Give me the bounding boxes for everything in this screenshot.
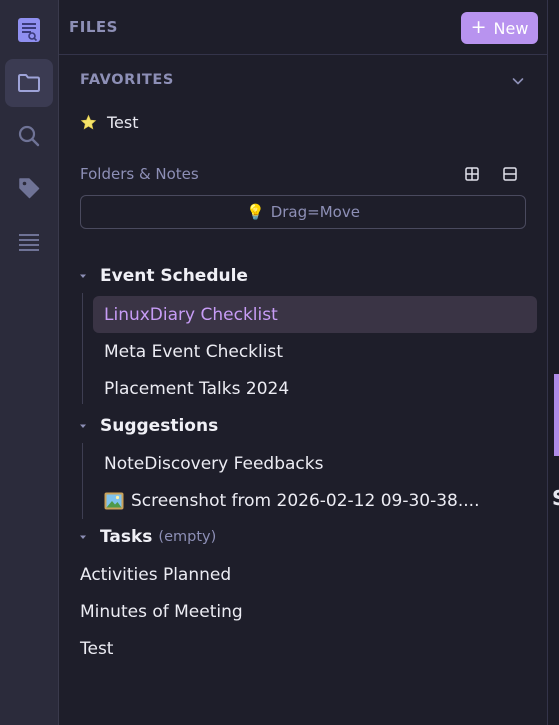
folders-notes-label: Folders & Notes <box>80 165 199 183</box>
lightbulb-icon: 💡 <box>246 203 265 221</box>
favorite-item-test[interactable]: Test <box>80 110 139 134</box>
drag-hint: 💡 Drag=Move <box>80 195 526 229</box>
note-label: Screenshot from 2026-02-12 09-30-38.... <box>131 490 480 511</box>
panel-title: FILES <box>69 18 118 36</box>
tag-icon <box>19 178 40 199</box>
note-placement-talks-2024[interactable]: Placement Talks 2024 <box>93 370 537 407</box>
app-window: FILES + New FAVORITES Test Folders & Not… <box>0 0 559 725</box>
favorite-item-label: Test <box>107 112 139 132</box>
editor-accent-bar <box>554 374 559 456</box>
note-minutes-of-meeting[interactable]: Minutes of Meeting <box>80 599 243 625</box>
tree-guide <box>82 443 83 519</box>
note-meta-event-checklist[interactable]: Meta Event Checklist <box>93 333 537 370</box>
note-activities-planned[interactable]: Activities Planned <box>80 562 231 588</box>
panel-header: FILES + New <box>59 0 547 55</box>
rail-outline-button[interactable] <box>5 218 53 266</box>
app-logo[interactable] <box>5 6 53 54</box>
note-label: Minutes of Meeting <box>80 602 243 622</box>
note-label: Meta Event Checklist <box>104 341 283 362</box>
note-linuxdiary-checklist[interactable]: LinuxDiary Checklist <box>93 296 537 333</box>
caret-down-icon <box>80 424 86 428</box>
favorites-title: FAVORITES <box>80 72 174 88</box>
image-icon <box>104 492 124 509</box>
note-label: NoteDiscovery Feedbacks <box>104 453 324 474</box>
editor-peek-text: S <box>552 486 559 510</box>
folder-name: Tasks <box>100 527 153 547</box>
collapse-all-icon[interactable] <box>503 167 517 181</box>
empty-folder-label: (empty) <box>158 529 217 545</box>
files-panel: FILES + New FAVORITES Test Folders & Not… <box>59 0 548 725</box>
note-test[interactable]: Test <box>80 636 113 662</box>
note-screenshot-image[interactable]: Screenshot from 2026-02-12 09-30-38.... <box>93 482 537 519</box>
new-button-label: New <box>493 18 529 38</box>
caret-down-icon <box>80 274 86 278</box>
rail-search-button[interactable] <box>5 112 53 160</box>
note-label: Placement Talks 2024 <box>104 378 290 399</box>
rail-files-button[interactable] <box>5 59 53 107</box>
drag-hint-text: Drag=Move <box>270 203 360 221</box>
note-label: Activities Planned <box>80 565 232 585</box>
caret-down-icon <box>80 535 86 539</box>
folder-suggestions[interactable]: Suggestions <box>78 413 218 439</box>
notebook-logo-icon <box>18 18 40 42</box>
editor-edge <box>548 0 559 725</box>
note-label: LinuxDiary Checklist <box>104 304 278 325</box>
folder-event-schedule[interactable]: Event Schedule <box>78 263 248 289</box>
expand-all-icon[interactable] <box>465 167 479 181</box>
folder-name: Event Schedule <box>100 266 248 286</box>
search-icon <box>18 125 40 147</box>
folder-tasks[interactable]: Tasks (empty) <box>78 524 216 550</box>
note-notediscovery-feedbacks[interactable]: NoteDiscovery Feedbacks <box>93 445 537 482</box>
chevron-down-icon[interactable] <box>510 73 526 89</box>
tree-guide <box>82 293 83 404</box>
rail-tags-button[interactable] <box>5 164 53 212</box>
new-note-button[interactable]: + New <box>461 12 538 44</box>
note-label: Test <box>80 639 114 659</box>
icon-rail <box>0 0 59 725</box>
list-icon <box>19 234 39 251</box>
plus-icon: + <box>470 15 487 38</box>
star-icon <box>80 114 97 129</box>
folder-name: Suggestions <box>100 416 219 436</box>
folder-icon <box>18 74 40 92</box>
